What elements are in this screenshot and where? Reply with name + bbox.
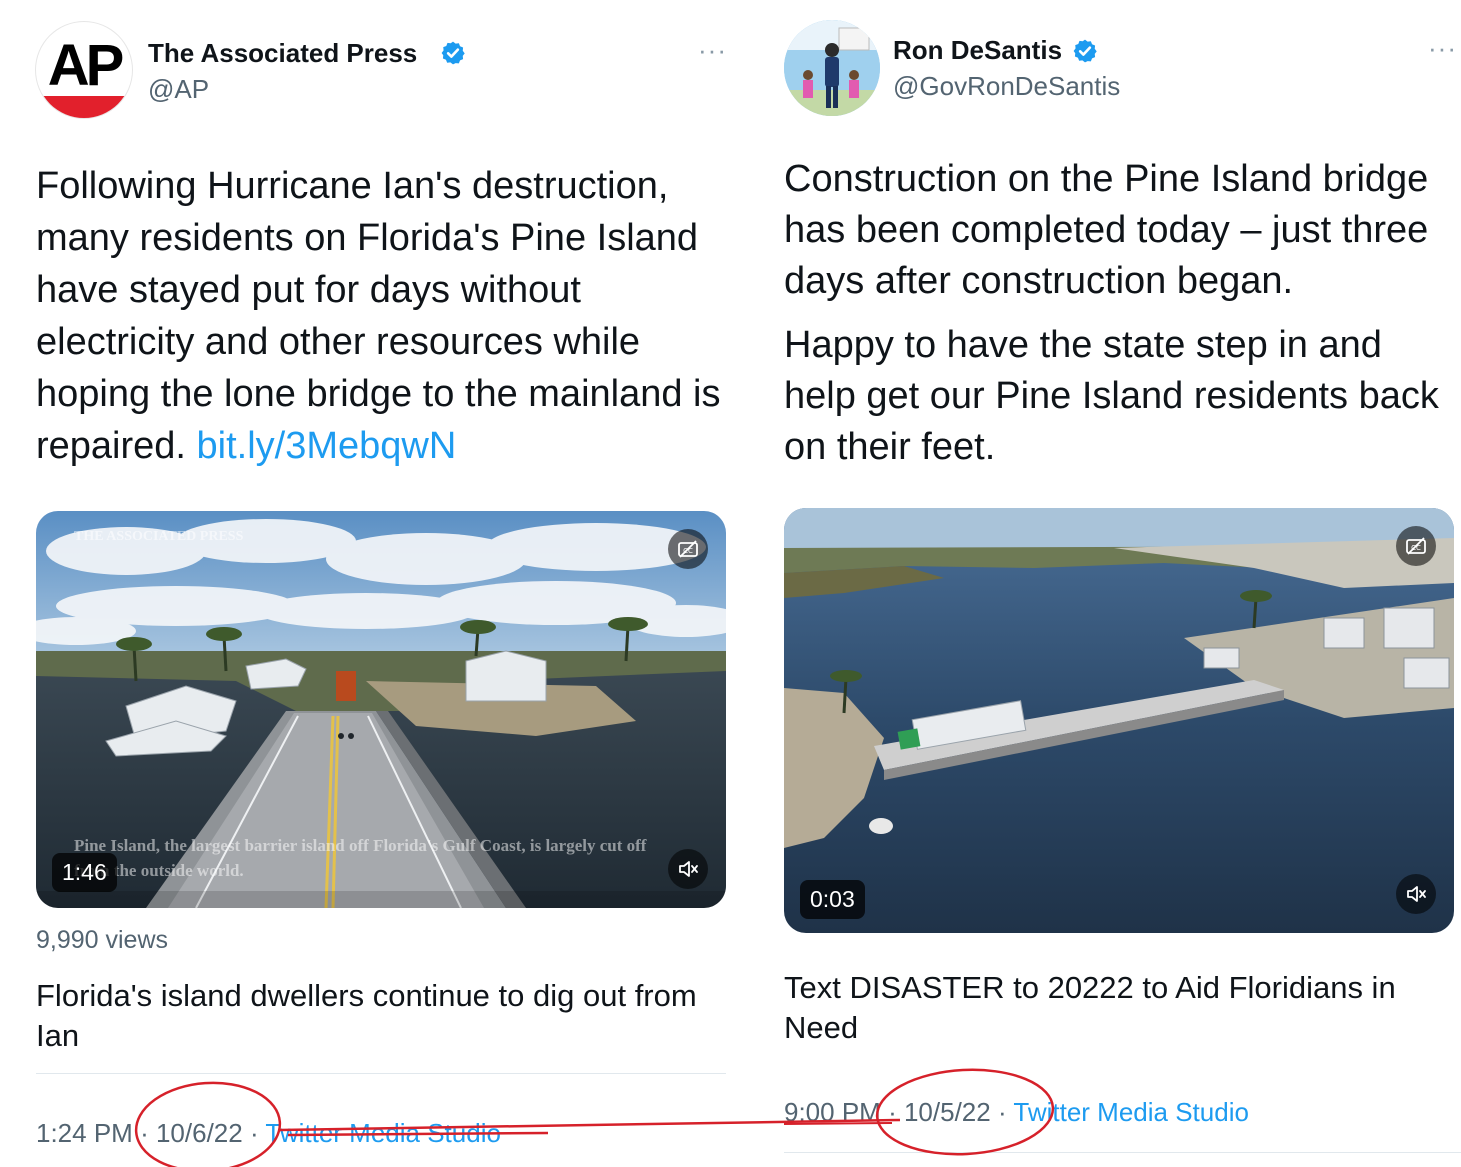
video-watermark: THE ASSOCIATED PRESS (74, 529, 244, 544)
author-name[interactable]: The Associated Press (148, 38, 417, 69)
tweet-link[interactable]: bit.ly/3MebqwN (197, 425, 457, 467)
ap-avatar[interactable]: AP (36, 22, 132, 118)
tweet-source-link[interactable]: Twitter Media Studio (1013, 1097, 1249, 1127)
tweet-time[interactable]: 9:00 PM (784, 1097, 881, 1127)
volume-muted-icon[interactable] (1396, 874, 1436, 914)
tweet-source-link[interactable]: Twitter Media Studio (265, 1118, 501, 1148)
ap-video[interactable]: THE ASSOCIATED PRESS Pine Island, the la… (36, 511, 726, 908)
tweet-text: Construction on the Pine Island bridge h… (784, 154, 1461, 473)
video-duration-badge: 1:46 (52, 853, 117, 892)
verified-badge-icon (441, 41, 465, 65)
more-options-icon[interactable]: ··· (1428, 35, 1457, 61)
tweet-date[interactable]: 10/5/22 (904, 1097, 991, 1127)
tweet-text-body: Following Hurricane Ian's destruction, m… (36, 165, 721, 467)
tweet-text-paragraph-1: Construction on the Pine Island bridge h… (784, 158, 1429, 302)
video-caption-line-1: Pine Island, the largest barrier island … (74, 836, 647, 855)
video-card-title[interactable]: Florida's island dwellers continue to di… (36, 976, 716, 1056)
captions-off-icon[interactable]: CC (668, 529, 708, 569)
meta-separator: · (140, 1118, 149, 1148)
divider (784, 1152, 1461, 1153)
tweet-text-paragraph-2: Happy to have the state step in and help… (784, 324, 1439, 468)
volume-muted-icon[interactable] (668, 849, 708, 889)
video-duration-badge: 0:03 (800, 880, 865, 919)
ap-logo-text: AP (47, 33, 125, 98)
desantis-video[interactable]: 0:03 CC (784, 508, 1454, 933)
author-name[interactable]: Ron DeSantis (893, 35, 1062, 66)
video-card-title[interactable]: Text DISASTER to 20222 to Aid Floridians… (784, 968, 1424, 1048)
author-handle[interactable]: @AP (148, 74, 209, 105)
author-handle[interactable]: @GovRonDeSantis (893, 71, 1120, 102)
view-count: 9,990 views (36, 926, 169, 954)
video-frame-new-bridge (784, 508, 1454, 933)
divider (36, 1073, 726, 1074)
desantis-tweet: Ron DeSantis @GovRonDeSantis ··· Constru… (740, 0, 1461, 1167)
desantis-avatar[interactable] (784, 20, 880, 116)
meta-separator: · (997, 1097, 1007, 1127)
tweet-text: Following Hurricane Ian's destruction, m… (36, 160, 726, 472)
meta-separator: · (249, 1118, 259, 1148)
ap-tweet: AP The Associated Press @AP ··· Followin… (0, 0, 740, 1167)
ap-logo-red-bar (36, 96, 132, 118)
meta-separator: · (888, 1097, 897, 1127)
more-options-icon[interactable]: ··· (698, 37, 727, 63)
avatar-photo (784, 20, 880, 116)
tweet-meta: 1:24 PM · 10/6/22 · Twitter Media Studio (36, 1118, 501, 1149)
captions-off-icon[interactable]: CC (1396, 526, 1436, 566)
tweet-meta: 9:00 PM · 10/5/22 · Twitter Media Studio (784, 1097, 1249, 1128)
verified-badge-icon (1073, 39, 1097, 63)
tweet-time[interactable]: 1:24 PM (36, 1118, 133, 1148)
tweet-date[interactable]: 10/6/22 (156, 1118, 243, 1148)
